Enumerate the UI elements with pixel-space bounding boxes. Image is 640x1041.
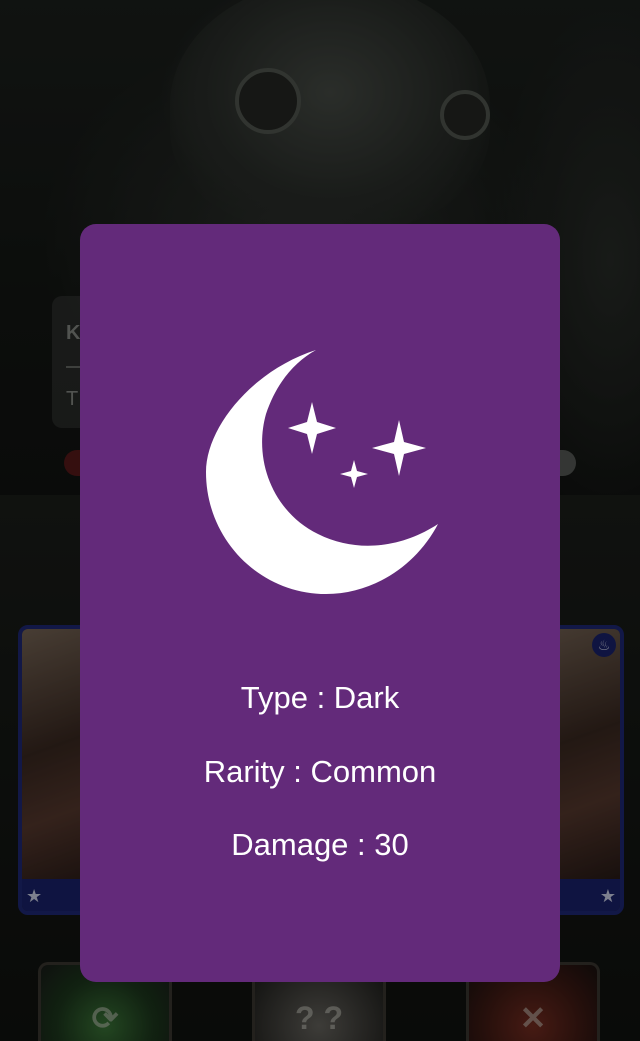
crescent-moon-stars-icon bbox=[206, 350, 438, 594]
card-damage-label: Damage : 30 bbox=[231, 827, 409, 862]
card-rarity-label: Rarity : Common bbox=[203, 754, 437, 789]
card-type-modal bbox=[80, 224, 560, 982]
card-type-label: Type : Dark bbox=[240, 680, 400, 715]
